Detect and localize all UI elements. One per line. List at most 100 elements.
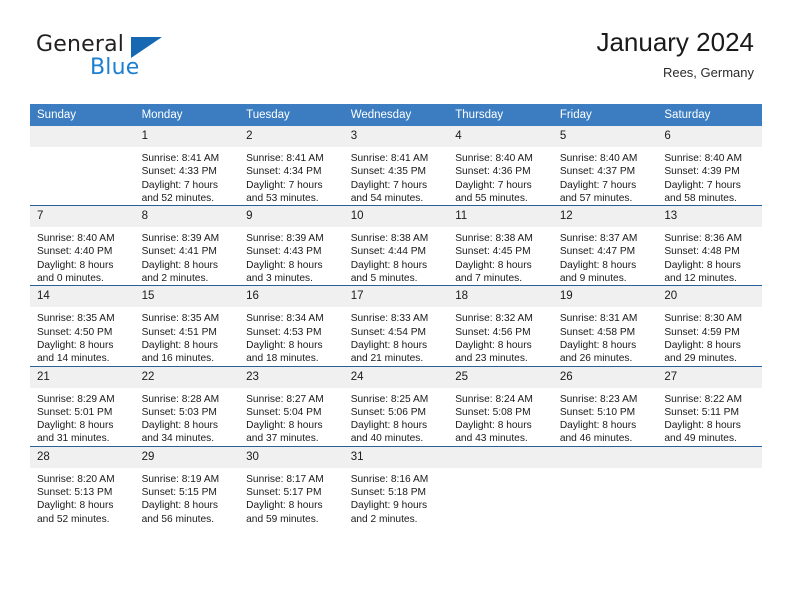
daylight-text-line2: and 49 minutes.: [664, 433, 737, 445]
day-number: 24: [343, 366, 449, 388]
day-cell[interactable]: 5 Sunrise: 8:40 AM Sunset: 4:37 PM Dayli…: [552, 126, 658, 206]
day-cell[interactable]: 9 Sunrise: 8:39 AM Sunset: 4:43 PM Dayli…: [239, 205, 344, 286]
day-details: [553, 468, 658, 473]
day-details: Sunrise: 8:23 AM Sunset: 5:10 PM Dayligh…: [553, 388, 658, 446]
day-cell[interactable]: [657, 445, 762, 526]
day-cell[interactable]: 19 Sunrise: 8:31 AM Sunset: 4:58 PM Dayl…: [552, 285, 658, 367]
day-cell[interactable]: 13 Sunrise: 8:36 AM Sunset: 4:48 PM Dayl…: [657, 205, 762, 286]
daylight-text-line2: and 7 minutes.: [455, 273, 523, 285]
daylight-text-line2: and 37 minutes.: [246, 433, 319, 445]
day-number: 6: [657, 126, 762, 147]
day-details: Sunrise: 8:35 AM Sunset: 4:50 PM Dayligh…: [30, 307, 135, 365]
day-cell[interactable]: 26 Sunrise: 8:23 AM Sunset: 5:10 PM Dayl…: [552, 365, 658, 447]
day-cell[interactable]: 24 Sunrise: 8:25 AM Sunset: 5:06 PM Dayl…: [343, 365, 449, 447]
daylight-text-line1: Daylight: 7 hours: [455, 179, 532, 191]
sunset-text: Sunset: 5:01 PM: [37, 406, 113, 418]
day-cell[interactable]: [30, 126, 135, 206]
day-cell[interactable]: 25 Sunrise: 8:24 AM Sunset: 5:08 PM Dayl…: [448, 365, 553, 447]
day-number: 19: [552, 286, 658, 308]
day-details: Sunrise: 8:20 AM Sunset: 5:13 PM Dayligh…: [30, 468, 135, 526]
daylight-text-line1: Daylight: 7 hours: [246, 179, 323, 191]
daylight-text-line2: and 5 minutes.: [350, 273, 418, 285]
day-number: 28: [30, 446, 135, 468]
sunrise-text: Sunrise: 8:19 AM: [141, 473, 220, 485]
day-cell[interactable]: 3 Sunrise: 8:41 AM Sunset: 4:35 PM Dayli…: [343, 126, 449, 206]
sunrise-text: Sunrise: 8:40 AM: [37, 233, 115, 245]
day-cell[interactable]: 15 Sunrise: 8:35 AM Sunset: 4:51 PM Dayl…: [134, 285, 240, 367]
day-cell[interactable]: 4 Sunrise: 8:40 AM Sunset: 4:36 PM Dayli…: [448, 126, 553, 206]
sunrise-text: Sunrise: 8:40 AM: [559, 153, 638, 164]
day-cell[interactable]: 17 Sunrise: 8:33 AM Sunset: 4:54 PM Dayl…: [343, 285, 449, 367]
sunset-text: Sunset: 4:48 PM: [664, 246, 740, 258]
sunset-text: Sunset: 4:33 PM: [141, 166, 217, 178]
weekday-header-wednesday: Wednesday: [343, 104, 449, 126]
day-cell[interactable]: 22 Sunrise: 8:28 AM Sunset: 5:03 PM Dayl…: [134, 365, 240, 447]
sunrise-text: Sunrise: 8:20 AM: [37, 473, 115, 485]
daylight-text-line1: Daylight: 8 hours: [37, 500, 114, 512]
day-cell[interactable]: 21 Sunrise: 8:29 AM Sunset: 5:01 PM Dayl…: [30, 365, 135, 447]
daylight-text-line2: and 56 minutes.: [141, 513, 215, 525]
sunset-text: Sunset: 4:50 PM: [37, 326, 113, 338]
daylight-text-line1: Daylight: 8 hours: [141, 259, 219, 271]
day-cell[interactable]: 14 Sunrise: 8:35 AM Sunset: 4:50 PM Dayl…: [30, 285, 135, 367]
daylight-text-line1: Daylight: 8 hours: [246, 259, 323, 271]
day-cell[interactable]: 23 Sunrise: 8:27 AM Sunset: 5:04 PM Dayl…: [239, 365, 344, 447]
day-cell[interactable]: 30 Sunrise: 8:17 AM Sunset: 5:17 PM Dayl…: [239, 445, 344, 526]
day-details: [30, 147, 135, 152]
day-cell[interactable]: 10 Sunrise: 8:38 AM Sunset: 4:44 PM Dayl…: [343, 205, 449, 286]
sunset-text: Sunset: 4:40 PM: [37, 246, 113, 258]
calendar-week-row: 7 Sunrise: 8:40 AM Sunset: 4:40 PM Dayli…: [30, 205, 762, 286]
day-cell[interactable]: 1 Sunrise: 8:41 AM Sunset: 4:33 PM Dayli…: [134, 126, 240, 206]
sunset-text: Sunset: 5:18 PM: [350, 487, 427, 499]
sunrise-text: Sunrise: 8:41 AM: [246, 153, 324, 164]
sunrise-text: Sunrise: 8:31 AM: [559, 313, 638, 325]
day-number: [448, 446, 553, 468]
day-cell[interactable]: 11 Sunrise: 8:38 AM Sunset: 4:45 PM Dayl…: [448, 205, 553, 286]
daylight-text-line2: and 16 minutes.: [141, 353, 215, 365]
daylight-text-line1: Daylight: 8 hours: [559, 420, 637, 432]
daylight-text-line1: Daylight: 8 hours: [559, 259, 637, 271]
page-header: General Blue January 2024 Rees, Germany: [0, 0, 792, 104]
day-cell[interactable]: 16 Sunrise: 8:34 AM Sunset: 4:53 PM Dayl…: [239, 285, 344, 367]
daylight-text-line1: Daylight: 8 hours: [246, 420, 323, 432]
day-cell[interactable]: 12 Sunrise: 8:37 AM Sunset: 4:47 PM Dayl…: [552, 205, 658, 286]
day-cell[interactable]: 8 Sunrise: 8:39 AM Sunset: 4:41 PM Dayli…: [134, 205, 240, 286]
day-cell[interactable]: 20 Sunrise: 8:30 AM Sunset: 4:59 PM Dayl…: [657, 285, 762, 367]
day-cell[interactable]: [552, 445, 658, 526]
weekday-header-row: Sunday Monday Tuesday Wednesday Thursday…: [30, 104, 762, 126]
sunset-text: Sunset: 5:10 PM: [559, 406, 636, 418]
daylight-text-line1: Daylight: 8 hours: [141, 500, 219, 512]
daylight-text-line1: Daylight: 7 hours: [141, 179, 219, 191]
calendar-table: Sunday Monday Tuesday Wednesday Thursday…: [30, 104, 762, 526]
day-details: [448, 468, 553, 473]
daylight-text-line2: and 53 minutes.: [246, 192, 319, 204]
day-details: Sunrise: 8:28 AM Sunset: 5:03 PM Dayligh…: [135, 388, 240, 446]
day-cell[interactable]: 29 Sunrise: 8:19 AM Sunset: 5:15 PM Dayl…: [134, 445, 240, 526]
day-details: [657, 468, 762, 473]
day-cell[interactable]: 31 Sunrise: 8:16 AM Sunset: 5:18 PM Dayl…: [343, 445, 449, 526]
day-cell[interactable]: 2 Sunrise: 8:41 AM Sunset: 4:34 PM Dayli…: [239, 126, 344, 206]
weekday-header-sunday: Sunday: [30, 104, 135, 126]
day-details: Sunrise: 8:38 AM Sunset: 4:45 PM Dayligh…: [448, 227, 553, 285]
day-details: Sunrise: 8:27 AM Sunset: 5:04 PM Dayligh…: [239, 388, 344, 446]
day-details: Sunrise: 8:41 AM Sunset: 4:35 PM Dayligh…: [344, 147, 449, 205]
title-block: January 2024 Rees, Germany: [596, 26, 754, 82]
sunset-text: Sunset: 5:04 PM: [246, 406, 322, 418]
day-cell[interactable]: 28 Sunrise: 8:20 AM Sunset: 5:13 PM Dayl…: [30, 445, 135, 526]
sunrise-text: Sunrise: 8:40 AM: [664, 153, 742, 164]
calendar-week-row: 28 Sunrise: 8:20 AM Sunset: 5:13 PM Dayl…: [30, 445, 762, 526]
day-number: 7: [30, 206, 135, 228]
day-cell[interactable]: 6 Sunrise: 8:40 AM Sunset: 4:39 PM Dayli…: [657, 126, 762, 206]
day-number: 22: [134, 366, 240, 388]
sunrise-text: Sunrise: 8:41 AM: [141, 153, 220, 164]
day-details: Sunrise: 8:31 AM Sunset: 4:58 PM Dayligh…: [553, 307, 658, 365]
day-cell[interactable]: 18 Sunrise: 8:32 AM Sunset: 4:56 PM Dayl…: [448, 285, 553, 367]
day-cell[interactable]: 27 Sunrise: 8:22 AM Sunset: 5:11 PM Dayl…: [657, 365, 762, 447]
sunset-text: Sunset: 4:34 PM: [246, 166, 322, 178]
daylight-text-line1: Daylight: 7 hours: [664, 179, 741, 191]
sunrise-text: Sunrise: 8:22 AM: [664, 393, 742, 405]
day-number: 17: [343, 286, 449, 308]
day-cell[interactable]: 7 Sunrise: 8:40 AM Sunset: 4:40 PM Dayli…: [30, 205, 135, 286]
day-cell[interactable]: [448, 445, 553, 526]
sunrise-text: Sunrise: 8:16 AM: [350, 473, 429, 485]
